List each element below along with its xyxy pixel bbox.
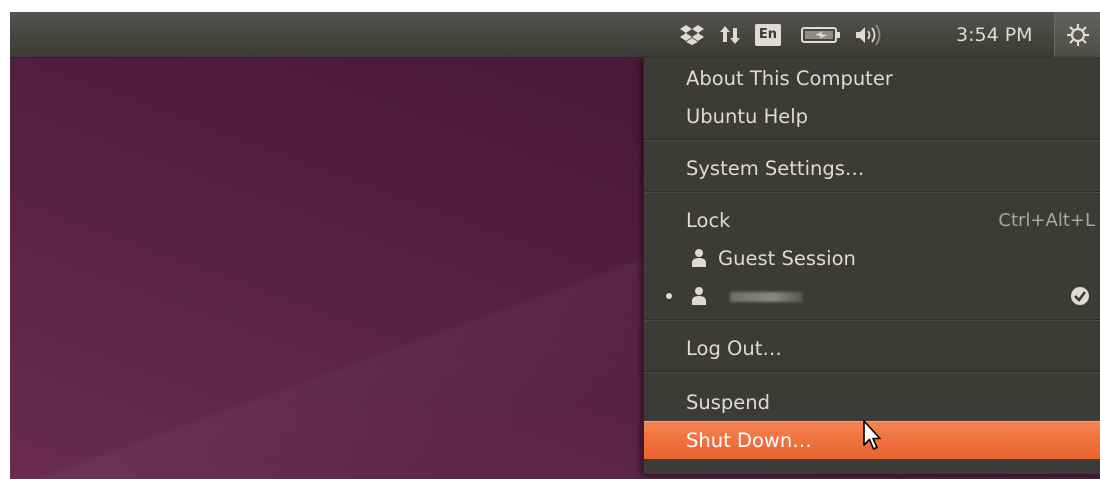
menu-item-label: System Settings…	[686, 156, 865, 180]
check-icon	[1071, 287, 1089, 305]
desktop-wallpaper: En 3:54 PM About This Computer Ubuntu He…	[10, 12, 1100, 479]
battery-icon	[801, 26, 840, 43]
mouse-cursor-icon	[863, 420, 881, 450]
screenshot-frame: En 3:54 PM About This Computer Ubuntu He…	[0, 0, 1100, 479]
keyboard-layout-icon: En	[755, 23, 781, 46]
network-indicator[interactable]	[712, 12, 748, 57]
menu-item-label: About This Computer	[686, 66, 893, 90]
menu-item-label: Log Out…	[686, 336, 782, 360]
menu-item-label: Guest Session	[718, 246, 856, 270]
active-user-bullet	[666, 293, 672, 299]
menu-separator	[644, 371, 1100, 373]
menu-item-help[interactable]: Ubuntu Help	[644, 97, 1100, 135]
menu-separator	[644, 319, 1100, 321]
redacted-username	[730, 292, 802, 302]
top-panel: En 3:54 PM	[10, 12, 1100, 58]
session-menu: About This Computer Ubuntu Help System S…	[643, 57, 1100, 474]
sound-indicator[interactable]	[850, 12, 888, 57]
keyboard-layout-indicator[interactable]: En	[750, 12, 786, 57]
menu-item-about[interactable]: About This Computer	[644, 59, 1100, 97]
menu-separator	[644, 191, 1100, 193]
dropbox-indicator[interactable]	[674, 12, 710, 57]
menu-item-label: Ubuntu Help	[686, 104, 809, 128]
battery-indicator[interactable]	[796, 12, 846, 57]
user-icon	[692, 287, 706, 305]
menu-item-current-user[interactable]	[644, 277, 1100, 315]
menu-item-guest-session[interactable]: Guest Session	[644, 239, 1100, 277]
network-icon	[720, 25, 740, 44]
menu-item-lock[interactable]: Lock Ctrl+Alt+L	[644, 201, 1100, 239]
lock-shortcut: Ctrl+Alt+L	[998, 209, 1095, 231]
menu-separator	[644, 139, 1100, 141]
user-icon	[692, 249, 706, 267]
sound-icon	[856, 23, 881, 46]
menu-item-system-settings[interactable]: System Settings…	[644, 149, 1100, 187]
dropbox-icon	[680, 24, 704, 45]
menu-item-label: Lock	[686, 208, 731, 232]
menu-item-label: Suspend	[686, 390, 771, 414]
menu-item-suspend[interactable]: Suspend	[644, 383, 1100, 421]
menu-item-log-out[interactable]: Log Out…	[644, 329, 1100, 367]
clock-indicator[interactable]: 3:54 PM	[950, 12, 1054, 57]
menu-item-label: Shut Down…	[686, 428, 812, 452]
session-indicator[interactable]	[1054, 12, 1100, 57]
session-gear-icon	[1067, 23, 1089, 46]
